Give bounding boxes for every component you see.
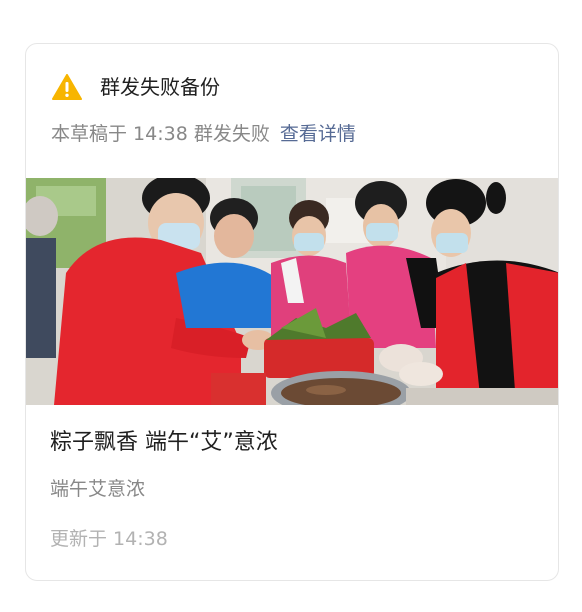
status-row: 本草稿于 14:38 群发失败 查看详情: [51, 121, 356, 147]
article-digest: 端午艾意浓: [50, 478, 146, 500]
update-timestamp: 更新于 14:38: [50, 528, 168, 550]
failure-status-text: 本草稿于 14:38 群发失败: [51, 123, 270, 145]
article-cover-image[interactable]: [26, 178, 558, 405]
view-details-link[interactable]: 查看详情: [280, 123, 356, 145]
article-title[interactable]: 粽子飘香 端午“艾”意浓: [50, 428, 278, 458]
failure-alert: 群发失败备份: [52, 74, 220, 100]
warning-triangle-icon: [52, 74, 82, 100]
draft-card[interactable]: 群发失败备份 本草稿于 14:38 群发失败 查看详情 粽子飘香 端午“艾”意浓…: [25, 43, 559, 581]
alert-title: 群发失败备份: [100, 75, 220, 99]
